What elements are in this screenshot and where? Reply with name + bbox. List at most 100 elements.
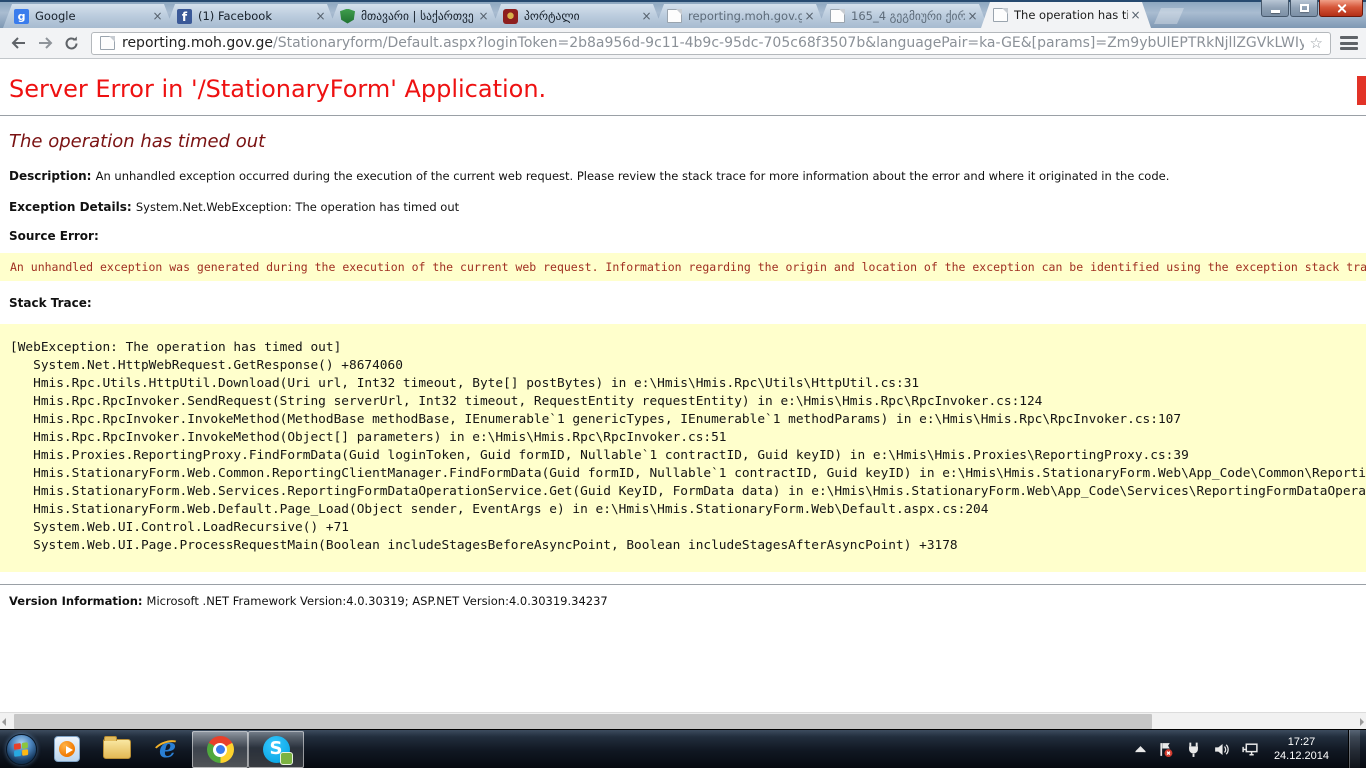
page-favicon	[100, 36, 115, 50]
tab-label: (1) Facebook	[198, 9, 313, 23]
tab-facebook[interactable]: f (1) Facebook ×	[166, 4, 336, 28]
taskbar-media-player-button[interactable]	[42, 730, 92, 768]
browser-viewport: Server Error in '/StationaryForm' Applic…	[0, 60, 1366, 712]
tab-close-icon[interactable]: ×	[965, 9, 980, 24]
page-title: Server Error in '/StationaryForm' Applic…	[9, 75, 1366, 103]
bookmark-star-icon[interactable]: ☆	[1310, 34, 1323, 52]
exception-label: Exception Details:	[9, 200, 136, 214]
close-icon	[1336, 3, 1347, 14]
start-orb-icon	[6, 734, 37, 765]
version-label: Version Information:	[9, 594, 147, 608]
taskbar-explorer-button[interactable]	[92, 730, 142, 768]
description-row: Description: An unhandled exception occu…	[9, 169, 1366, 183]
media-player-icon	[54, 736, 80, 762]
shield-favicon	[340, 9, 355, 24]
scroll-left-arrow-icon[interactable]	[2, 718, 6, 726]
tab-label: 165_4 გეგმიური ქირურ	[851, 9, 965, 23]
forward-icon	[36, 35, 54, 51]
back-icon	[10, 35, 28, 51]
browser-toolbar: reporting.moh.gov.ge/Stationaryform/Defa…	[0, 28, 1366, 59]
page-favicon	[830, 9, 845, 23]
divider	[0, 584, 1366, 585]
tab-close-icon[interactable]: ×	[1128, 8, 1143, 23]
tab-google[interactable]: g Google ×	[3, 4, 173, 28]
version-text: Microsoft .NET Framework Version:4.0.303…	[147, 594, 608, 608]
start-button[interactable]	[0, 730, 42, 768]
show-desktop-button[interactable]	[1348, 730, 1360, 768]
url-host: reporting.moh.gov.ge	[122, 35, 273, 51]
tab-close-icon[interactable]: ×	[802, 9, 817, 24]
browser-tab-strip: g Google × f (1) Facebook × მთავარი | სა…	[0, 0, 1366, 28]
reload-icon	[63, 35, 80, 52]
tab-label: The operation has tim	[1014, 8, 1128, 22]
google-favicon: g	[14, 9, 29, 24]
tray-expand-icon[interactable]	[1135, 746, 1146, 753]
tab-mtavari[interactable]: მთავარი | საქართვე ×	[329, 4, 499, 28]
explorer-icon	[103, 739, 131, 759]
page-favicon	[993, 8, 1008, 22]
address-bar[interactable]: reporting.moh.gov.ge/Stationaryform/Defa…	[91, 32, 1331, 55]
taskbar-skype-button[interactable]: S	[248, 731, 304, 768]
description-label: Description:	[9, 169, 96, 183]
new-tab-button[interactable]	[1154, 8, 1184, 24]
source-error-box: An unhandled exception was generated dur…	[0, 253, 1366, 281]
tab-close-icon[interactable]: ×	[150, 9, 165, 24]
scroll-right-arrow-icon[interactable]	[1360, 718, 1364, 726]
windows-taskbar: e S	[0, 729, 1366, 768]
clock-date: 24.12.2014	[1274, 749, 1329, 763]
network-icon[interactable]	[1241, 741, 1259, 758]
aspnet-error-page: Server Error in '/StationaryForm' Applic…	[0, 75, 1366, 608]
window-controls	[1260, 0, 1363, 17]
stack-trace-label: Stack Trace:	[9, 296, 1366, 310]
reload-button[interactable]	[58, 31, 84, 55]
internet-explorer-icon: e	[153, 735, 181, 763]
clock-time: 17:27	[1274, 735, 1329, 749]
tab-portali[interactable]: პორტალი ×	[492, 4, 662, 28]
skype-icon: S	[263, 736, 290, 763]
tab-165-4[interactable]: 165_4 გეგმიური ქირურ ×	[818, 4, 988, 28]
clipped-red-text-artifact	[1357, 76, 1366, 105]
maximize-icon	[1300, 4, 1309, 12]
source-error-text: An unhandled exception was generated dur…	[10, 260, 1366, 274]
exception-text: System.Net.WebException: The operation h…	[136, 200, 459, 214]
stack-trace-text: [WebException: The operation has timed o…	[10, 339, 1366, 555]
tab-label: მთავარი | საქართვე	[361, 9, 476, 23]
taskbar-internet-explorer-button[interactable]: e	[142, 730, 192, 768]
close-button[interactable]	[1319, 0, 1363, 17]
source-error-label: Source Error:	[9, 229, 1366, 243]
minimize-icon	[1271, 10, 1280, 13]
tab-label: Google	[35, 9, 150, 23]
page-favicon	[667, 9, 682, 23]
volume-icon[interactable]	[1213, 741, 1230, 758]
url-text: reporting.moh.gov.ge/Stationaryform/Defa…	[122, 35, 1304, 51]
action-center-flag-icon[interactable]	[1157, 741, 1174, 758]
url-path: /Stationaryform/Default.aspx?loginToken=…	[273, 35, 1304, 51]
tab-close-icon[interactable]: ×	[476, 9, 491, 24]
forward-button[interactable]	[32, 31, 58, 55]
error-subtitle: The operation has timed out	[9, 131, 1366, 152]
menu-button[interactable]	[1338, 34, 1360, 52]
system-tray: 17:27 24.12.2014	[1135, 730, 1366, 768]
minimize-button[interactable]	[1261, 0, 1289, 17]
emblem-favicon	[503, 9, 518, 24]
menu-icon	[1340, 36, 1358, 39]
taskbar-chrome-button[interactable]	[192, 731, 248, 768]
facebook-favicon: f	[177, 9, 192, 24]
stack-trace-box: [WebException: The operation has timed o…	[0, 324, 1366, 572]
divider	[0, 115, 1366, 116]
chrome-icon	[207, 736, 234, 763]
power-plug-icon[interactable]	[1185, 741, 1202, 758]
tab-close-icon[interactable]: ×	[639, 9, 654, 24]
horizontal-scrollbar[interactable]	[0, 712, 1366, 729]
description-text: An unhandled exception occurred during t…	[96, 169, 1170, 183]
version-row: Version Information: Microsoft .NET Fram…	[9, 594, 1366, 608]
desktop-screen: g Google × f (1) Facebook × მთავარი | სა…	[0, 0, 1366, 768]
maximize-button[interactable]	[1290, 0, 1318, 17]
tab-close-icon[interactable]: ×	[313, 9, 328, 24]
back-button[interactable]	[6, 31, 32, 55]
tab-operation-timed-out[interactable]: The operation has tim ×	[981, 2, 1151, 28]
taskbar-clock[interactable]: 17:27 24.12.2014	[1274, 735, 1329, 763]
tab-reporting[interactable]: reporting.moh.gov.ge ×	[655, 4, 825, 28]
tab-label: reporting.moh.gov.ge	[688, 9, 802, 23]
scrollbar-thumb[interactable]	[14, 714, 1152, 729]
